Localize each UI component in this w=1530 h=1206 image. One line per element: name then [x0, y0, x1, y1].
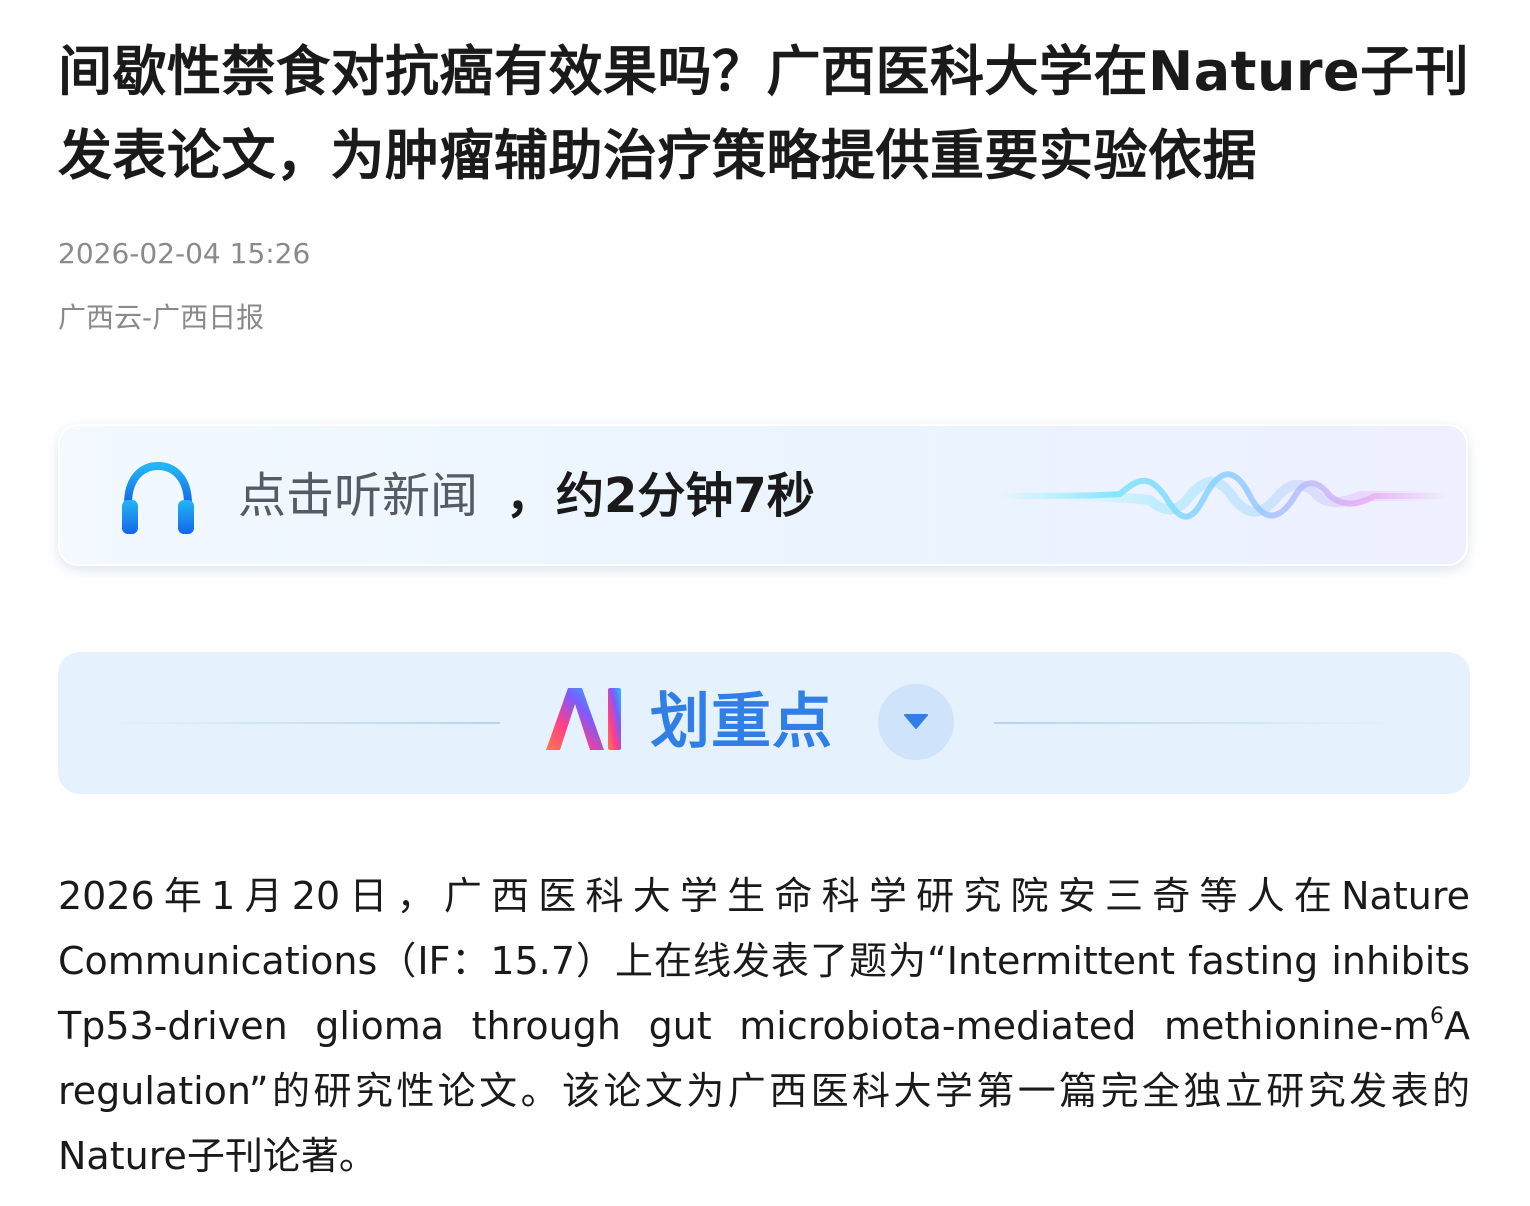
- article-source[interactable]: 广西云-广西日报: [58, 300, 264, 336]
- article-paragraph: 2026年1月20日，广西医科大学生命科学研究院安三奇等人在Nature Com…: [58, 864, 1470, 1189]
- article-title: 间歇性禁食对抗癌有效果吗？广西医科大学在Nature子刊发表论文，为肿瘤辅助治疗…: [58, 40, 1470, 187]
- divider-left: [98, 722, 500, 724]
- listen-label: 点击听新闻: [238, 468, 479, 524]
- chevron-down-icon: [904, 714, 928, 729]
- expand-highlights-button[interactable]: [878, 684, 954, 760]
- divider-right: [994, 722, 1404, 724]
- listen-separator: ，: [506, 468, 555, 524]
- audio-wave-icon: [1000, 471, 1450, 520]
- ai-highlights-label: 划重点: [650, 687, 833, 757]
- headphones-icon: [122, 461, 194, 534]
- publish-time: 2026-02-04 15:26: [58, 237, 311, 270]
- superscript: 6: [1430, 1004, 1444, 1029]
- ai-highlights-panel: 划重点: [58, 652, 1470, 794]
- listen-duration: 约2分钟7秒: [556, 468, 815, 524]
- listen-news-button[interactable]: 点击听新闻 ， 约2分钟7秒: [58, 424, 1468, 566]
- article: 间歇性禁食对抗癌有效果吗？广西医科大学在Nature子刊发表论文，为肿瘤辅助治疗…: [58, 0, 1470, 1178]
- ai-logo-icon: [546, 688, 621, 750]
- paragraph-text: 2026年1月20日，广西医科大学生命科学研究院安三奇等人在Nature Com…: [58, 874, 1470, 1048]
